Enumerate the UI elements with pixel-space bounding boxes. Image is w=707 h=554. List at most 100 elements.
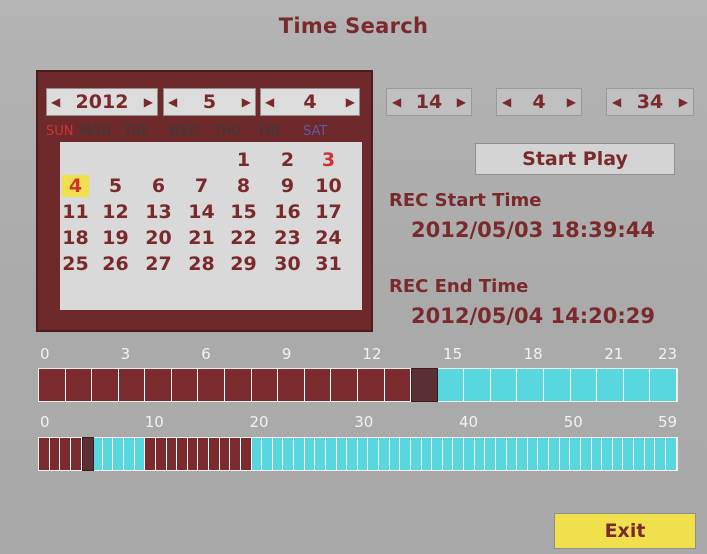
calendar-day[interactable]: 22	[230, 227, 257, 249]
timeline-cell[interactable]	[421, 438, 433, 470]
timeline-cell[interactable]	[347, 438, 358, 470]
timeline-cell[interactable]	[453, 438, 464, 470]
calendar-day[interactable]: 13	[145, 201, 172, 223]
timeline-cell[interactable]	[283, 438, 294, 470]
calendar-day[interactable]: 23	[274, 227, 301, 249]
calendar-day[interactable]: 25	[62, 253, 89, 275]
timeline-cell[interactable]	[517, 369, 544, 401]
second-spinner[interactable]: ◀ 34 ▶	[606, 88, 694, 116]
calendar-day[interactable]: 24	[315, 227, 342, 249]
timeline-cell[interactable]	[623, 369, 651, 401]
timeline-cell[interactable]	[39, 438, 50, 470]
timeline-cell[interactable]	[251, 438, 263, 470]
timeline-cell[interactable]	[155, 438, 167, 470]
calendar-day[interactable]: 11	[62, 201, 89, 223]
timeline-cell[interactable]	[336, 438, 348, 470]
timeline-cell[interactable]	[602, 438, 613, 470]
left-arrow-icon[interactable]: ◀	[392, 95, 401, 109]
timeline-cell[interactable]	[272, 438, 284, 470]
timeline-cell[interactable]	[357, 369, 385, 401]
timeline-cell[interactable]	[490, 369, 518, 401]
timeline-cell[interactable]	[65, 369, 93, 401]
timeline-cell[interactable]	[357, 438, 369, 470]
minute-timeline[interactable]	[38, 437, 678, 471]
hour-spinner[interactable]: ◀ 14 ▶	[386, 88, 472, 116]
right-arrow-icon[interactable]: ▶	[346, 95, 355, 109]
timeline-cell[interactable]	[49, 438, 61, 470]
right-arrow-icon[interactable]: ▶	[457, 95, 466, 109]
right-arrow-icon[interactable]: ▶	[679, 95, 688, 109]
timeline-cell[interactable]	[60, 438, 71, 470]
calendar-day[interactable]: 16	[274, 201, 301, 223]
timeline-cell[interactable]	[177, 438, 188, 470]
timeline-cell[interactable]	[145, 369, 172, 401]
timeline-cell[interactable]	[251, 369, 279, 401]
calendar-day[interactable]: 28	[188, 253, 215, 275]
timeline-cell[interactable]	[597, 369, 624, 401]
minute-spinner[interactable]: ◀ 4 ▶	[496, 88, 582, 116]
timeline-cell[interactable]	[92, 438, 103, 470]
left-arrow-icon[interactable]: ◀	[265, 95, 274, 109]
timeline-cell[interactable]	[240, 438, 252, 470]
start-play-button[interactable]: Start Play	[475, 143, 675, 175]
calendar-day[interactable]: 12	[102, 201, 129, 223]
timeline-cell[interactable]	[517, 438, 528, 470]
timeline-cell[interactable]	[432, 438, 443, 470]
calendar-day[interactable]: 17	[315, 201, 342, 223]
day-spinner[interactable]: ◀ 4 ▶	[260, 88, 360, 116]
calendar-day[interactable]: 15	[230, 201, 257, 223]
left-arrow-icon[interactable]: ◀	[502, 95, 511, 109]
timeline-cell[interactable]	[92, 369, 119, 401]
timeline-cell[interactable]	[464, 438, 475, 470]
timeline-cell[interactable]	[325, 438, 337, 470]
left-arrow-icon[interactable]: ◀	[612, 95, 621, 109]
timeline-cell[interactable]	[384, 369, 412, 401]
calendar-day[interactable]: 30	[274, 253, 301, 275]
timeline-cell[interactable]	[538, 438, 549, 470]
timeline-cell[interactable]	[198, 438, 209, 470]
timeline-cursor[interactable]	[81, 437, 94, 471]
calendar-day[interactable]: 6	[145, 175, 172, 197]
timeline-cell[interactable]	[665, 438, 677, 470]
timeline-cell[interactable]	[623, 438, 634, 470]
timeline-cell[interactable]	[527, 438, 539, 470]
left-arrow-icon[interactable]: ◀	[168, 95, 177, 109]
timeline-cell[interactable]	[464, 369, 491, 401]
timeline-cell[interactable]	[134, 438, 146, 470]
timeline-cell[interactable]	[474, 438, 486, 470]
calendar-day[interactable]: 31	[315, 253, 342, 275]
timeline-cell[interactable]	[294, 438, 305, 470]
timeline-cell[interactable]	[278, 369, 305, 401]
calendar-day[interactable]: 27	[145, 253, 172, 275]
hour-timeline[interactable]	[38, 368, 678, 402]
timeline-cell[interactable]	[580, 438, 592, 470]
timeline-cell[interactable]	[331, 369, 358, 401]
calendar-day[interactable]: 4	[62, 175, 89, 197]
timeline-cell[interactable]	[70, 438, 82, 470]
timeline-cell[interactable]	[549, 438, 560, 470]
timeline-cell[interactable]	[225, 369, 252, 401]
timeline-cell[interactable]	[437, 369, 465, 401]
month-spinner[interactable]: ◀ 5 ▶	[163, 88, 256, 116]
timeline-cell[interactable]	[118, 369, 146, 401]
calendar-day[interactable]: 14	[188, 201, 215, 223]
calendar-day[interactable]: 9	[274, 175, 301, 197]
calendar-day[interactable]: 26	[102, 253, 129, 275]
timeline-cell[interactable]	[612, 438, 624, 470]
timeline-cell[interactable]	[634, 438, 645, 470]
calendar-day[interactable]: 2	[274, 149, 301, 171]
timeline-cell[interactable]	[368, 438, 379, 470]
timeline-cell[interactable]	[102, 438, 114, 470]
exit-button[interactable]: Exit	[554, 513, 696, 549]
calendar-day[interactable]: 7	[188, 175, 215, 197]
calendar-day[interactable]: 5	[102, 175, 129, 197]
timeline-cell[interactable]	[570, 438, 581, 470]
timeline-cell[interactable]	[304, 369, 332, 401]
timeline-cursor[interactable]	[411, 368, 438, 402]
timeline-cell[interactable]	[485, 438, 496, 470]
timeline-cell[interactable]	[39, 369, 66, 401]
timeline-cell[interactable]	[379, 438, 390, 470]
timeline-cell[interactable]	[591, 438, 603, 470]
calendar-day[interactable]: 21	[188, 227, 215, 249]
timeline-cell[interactable]	[650, 369, 677, 401]
